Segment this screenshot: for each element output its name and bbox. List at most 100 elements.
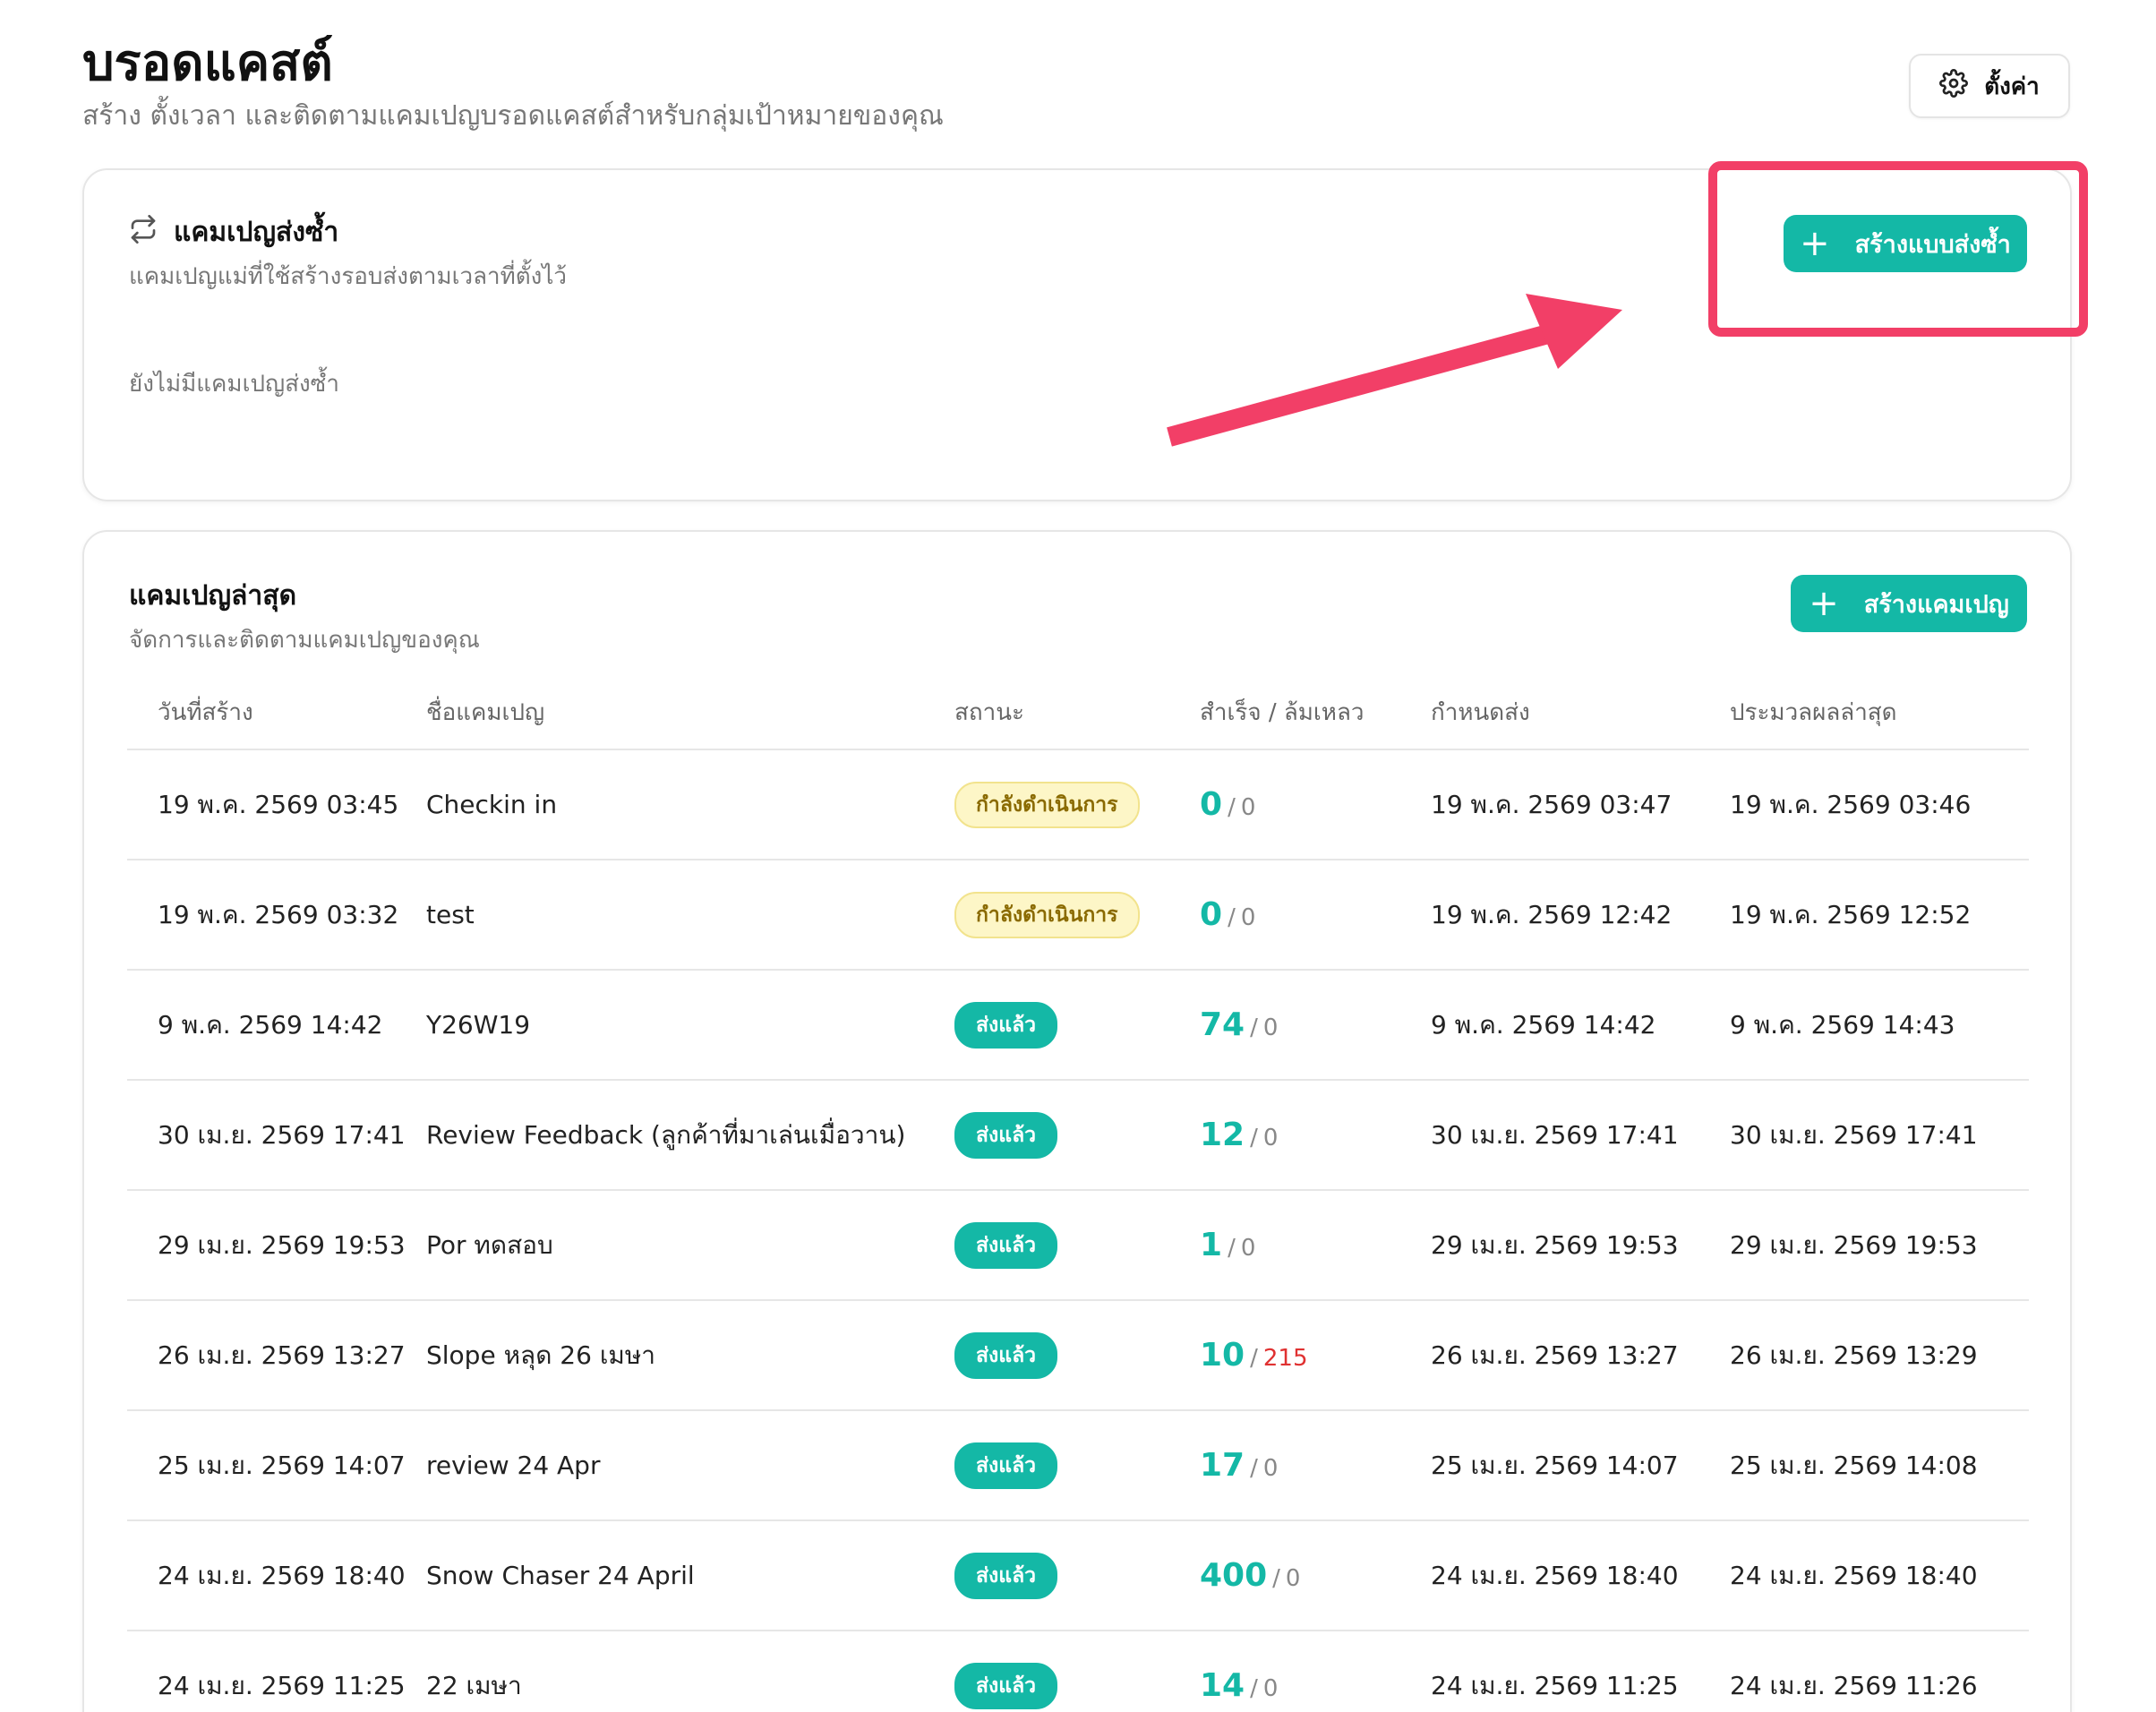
latest-description: จัดการและติดตามแคมเปญของคุณ (129, 627, 480, 654)
cell-created: 25 เม.ย. 2569 14:07 (158, 1450, 406, 1480)
table-row[interactable]: 24 เม.ย. 2569 18:40 Snow Chaser 24 April ส… (127, 1521, 2029, 1631)
cell-status: กำลังดำเนินการ (954, 781, 1200, 828)
cell-processed: 19 พ.ค. 2569 03:46 (1730, 789, 1972, 819)
success-count: 1 (1200, 1227, 1223, 1263)
table-row[interactable]: 30 เม.ย. 2569 17:41 Review Feedback (ลูกค… (127, 1081, 2029, 1191)
campaign-table: วันที่สร้าง ชื่อแคมเปญ สถานะ สำเร็จ / ล้… (127, 675, 2029, 1712)
table-row[interactable]: 19 พ.ค. 2569 03:45 Checkin in กำลังดำเนินก… (127, 750, 2029, 860)
success-count: 74 (1200, 1006, 1245, 1043)
cell-scheduled: 30 เม.ย. 2569 17:41 (1431, 1119, 1679, 1150)
column-header-status[interactable]: สถานะ (954, 694, 1200, 731)
table-row[interactable]: 19 พ.ค. 2569 03:32 test กำลังดำเนินการ 0/0 1… (127, 860, 2029, 971)
cell-success-fail: 0/0 (1200, 786, 1431, 823)
cell-success-fail: 14/0 (1200, 1667, 1431, 1704)
cell-created: 30 เม.ย. 2569 17:41 (158, 1119, 406, 1150)
cell-scheduled: 25 เม.ย. 2569 14:07 (1431, 1450, 1679, 1480)
cell-campaign-name[interactable]: test (426, 900, 954, 929)
fail-count: 0 (1240, 794, 1256, 821)
fail-count: 0 (1285, 1565, 1301, 1592)
plus-icon: + (1809, 583, 1839, 624)
column-header-name[interactable]: ชื่อแคมเปญ (426, 694, 954, 731)
settings-button[interactable]: ตั้งค่า (1909, 54, 2070, 118)
success-count: 17 (1200, 1447, 1245, 1484)
success-count: 0 (1200, 786, 1223, 823)
cell-status: ส่งแล้ว (954, 1331, 1200, 1379)
cell-campaign-name[interactable]: Slope หลุด 26 เมษา (426, 1336, 954, 1375)
cell-success-fail: 0/0 (1200, 896, 1431, 933)
table-row[interactable]: 26 เม.ย. 2569 13:27 Slope หลุด 26 เมษา ส่ง… (127, 1301, 2029, 1411)
cell-status: ส่งแล้ว (954, 1111, 1200, 1159)
create-campaign-label: สร้างแคมเปญ (1863, 590, 2009, 619)
cell-status: ส่งแล้ว (954, 1221, 1200, 1269)
status-badge: กำลังดำเนินการ (954, 781, 1140, 828)
create-campaign-button[interactable]: + สร้างแคมเปญ (1791, 575, 2027, 632)
table-row[interactable]: 24 เม.ย. 2569 11:25 22 เมษา ส่งแล้ว 14/0 24 … (127, 1631, 2029, 1712)
cell-created: 24 เม.ย. 2569 11:25 (158, 1670, 406, 1700)
cell-campaign-name[interactable]: review 24 Apr (426, 1451, 954, 1480)
success-count: 10 (1200, 1337, 1245, 1374)
success-count: 12 (1200, 1117, 1245, 1153)
cell-scheduled: 24 เม.ย. 2569 18:40 (1431, 1560, 1679, 1590)
separator: / (1250, 1345, 1258, 1372)
cell-created: 29 เม.ย. 2569 19:53 (158, 1229, 406, 1260)
column-header-scheduled[interactable]: กำหนดส่ง (1431, 694, 1730, 731)
success-count: 400 (1200, 1557, 1268, 1594)
cell-campaign-name[interactable]: Checkin in (426, 790, 954, 819)
cell-processed: 29 เม.ย. 2569 19:53 (1730, 1229, 1978, 1260)
table-row[interactable]: 9 พ.ค. 2569 14:42 Y26W19 ส่งแล้ว 74/0 9 พ.ค.… (127, 971, 2029, 1081)
latest-campaigns-card: แคมเปญล่าสุด จัดการและติดตามแคมเปญของคุณ… (82, 530, 2072, 1712)
table-row[interactable]: 29 เม.ย. 2569 19:53 Por ทดสอบ ส่งแล้ว 1/0 29… (127, 1191, 2029, 1301)
fail-count: 0 (1262, 1675, 1279, 1702)
cell-scheduled: 24 เม.ย. 2569 11:25 (1431, 1670, 1679, 1700)
cell-created: 19 พ.ค. 2569 03:45 (158, 789, 399, 819)
cell-scheduled: 26 เม.ย. 2569 13:27 (1431, 1340, 1679, 1370)
recurring-title-text: แคมเปญส่งซ้ำ (174, 217, 339, 248)
latest-card-title: แคมเปญล่าสุด (129, 580, 297, 612)
cell-status: ส่งแล้ว (954, 1442, 1200, 1489)
cell-created: 19 พ.ค. 2569 03:32 (158, 899, 399, 929)
separator: / (1250, 1125, 1258, 1151)
column-header-created[interactable]: วันที่สร้าง (127, 694, 426, 731)
fail-count: 0 (1240, 1235, 1256, 1262)
cell-campaign-name[interactable]: Por ทดสอบ (426, 1226, 954, 1265)
separator: / (1250, 1014, 1258, 1041)
cell-success-fail: 1/0 (1200, 1227, 1431, 1263)
status-badge: กำลังดำเนินการ (954, 891, 1140, 938)
recurring-empty-text: ยังไม่มีแคมเปญส่งซ้ำ (129, 371, 339, 398)
status-badge: ส่งแล้ว (954, 1442, 1058, 1489)
success-count: 0 (1200, 896, 1223, 933)
cell-campaign-name[interactable]: 22 เมษา (426, 1666, 954, 1706)
separator: / (1228, 1235, 1236, 1262)
cell-processed: 26 เม.ย. 2569 13:29 (1730, 1340, 1978, 1370)
cell-scheduled: 29 เม.ย. 2569 19:53 (1431, 1229, 1679, 1260)
cell-campaign-name[interactable]: Snow Chaser 24 April (426, 1561, 954, 1590)
cell-created: 9 พ.ค. 2569 14:42 (158, 1009, 383, 1040)
success-count: 14 (1200, 1667, 1245, 1704)
separator: / (1228, 904, 1236, 931)
cell-status: ส่งแล้ว (954, 1662, 1200, 1709)
table-row[interactable]: 25 เม.ย. 2569 14:07 review 24 Apr ส่งแล้ว 1… (127, 1411, 2029, 1521)
cell-status: ส่งแล้ว (954, 1001, 1200, 1049)
cell-processed: 9 พ.ค. 2569 14:43 (1730, 1009, 1955, 1040)
cell-success-fail: 10/215 (1200, 1337, 1431, 1374)
status-badge: ส่งแล้ว (954, 1221, 1058, 1269)
cell-campaign-name[interactable]: Review Feedback (ลูกค้าที่มาเล่นเมื่อวาน… (426, 1116, 954, 1155)
separator: / (1272, 1565, 1280, 1592)
cell-processed: 19 พ.ค. 2569 12:52 (1730, 899, 1972, 929)
cell-status: ส่งแล้ว (954, 1552, 1200, 1599)
cell-created: 24 เม.ย. 2569 18:40 (158, 1560, 406, 1590)
cell-processed: 30 เม.ย. 2569 17:41 (1730, 1119, 1978, 1150)
column-header-processed[interactable]: ประมวลผลล่าสุด (1730, 694, 2029, 731)
cell-processed: 24 เม.ย. 2569 11:26 (1730, 1670, 1978, 1700)
cell-success-fail: 74/0 (1200, 1006, 1431, 1043)
status-badge: ส่งแล้ว (954, 1001, 1058, 1049)
fail-count: 0 (1262, 1125, 1279, 1151)
cell-campaign-name[interactable]: Y26W19 (426, 1010, 954, 1040)
column-header-success-fail[interactable]: สำเร็จ / ล้มเหลว (1200, 694, 1431, 731)
fail-count: 0 (1240, 904, 1256, 931)
table-body: 19 พ.ค. 2569 03:45 Checkin in กำลังดำเนินก… (127, 750, 2029, 1712)
cell-processed: 25 เม.ย. 2569 14:08 (1730, 1450, 1978, 1480)
separator: / (1250, 1455, 1258, 1482)
cell-success-fail: 17/0 (1200, 1447, 1431, 1484)
cell-success-fail: 400/0 (1200, 1557, 1431, 1594)
